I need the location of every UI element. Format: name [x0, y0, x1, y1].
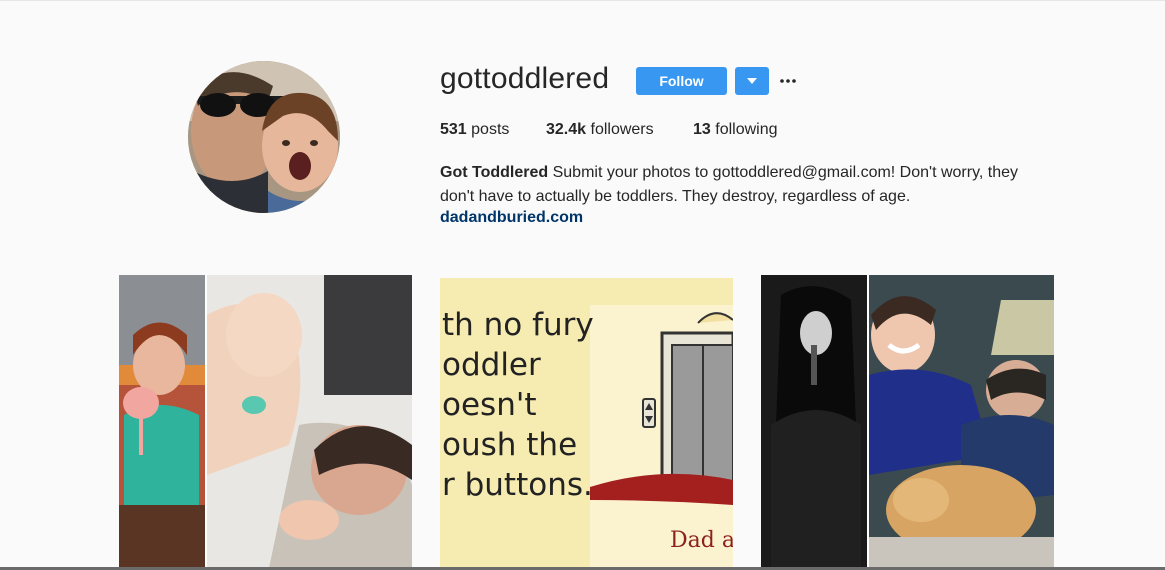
profile-website-link[interactable]: dadandburied.com: [440, 209, 583, 227]
post-tile[interactable]: [119, 275, 412, 568]
comic-caption-line: oddler: [442, 347, 541, 383]
comic-caption-line: r buttons.: [442, 467, 593, 503]
followers-count-value: 32.4k: [546, 121, 587, 138]
comic-caption-line: th no fury: [442, 307, 594, 343]
more-options-icon: [780, 79, 796, 83]
post-image: [761, 275, 1054, 568]
profile-full-name: Got Toddlered: [440, 164, 549, 181]
post-tile[interactable]: [761, 275, 1054, 568]
posts-count: 531 posts: [440, 121, 509, 139]
profile-avatar[interactable]: [188, 61, 340, 213]
post-tile[interactable]: th no fury oddler oesn't oush the r butt…: [440, 275, 733, 568]
comic-caption-line: oesn't: [442, 387, 537, 423]
profile-bio: Got Toddlered Submit your photos to gott…: [440, 161, 1040, 209]
caret-down-icon: [747, 78, 757, 84]
posts-count-label: posts: [471, 121, 510, 138]
followers-count-label: followers: [590, 121, 654, 138]
more-options-button[interactable]: [776, 70, 800, 92]
followers-count[interactable]: 32.4k followers: [546, 121, 654, 139]
profile-username: gottoddlered: [440, 62, 610, 95]
following-count-label: following: [715, 121, 778, 138]
post-image: [119, 275, 412, 568]
follow-button[interactable]: Follow: [636, 67, 727, 95]
post-image: th no fury oddler oesn't oush the r butt…: [440, 278, 733, 568]
top-divider: [0, 0, 1165, 1]
posts-count-value: 531: [440, 121, 467, 138]
comic-caption-line: oush the: [442, 427, 577, 463]
following-count[interactable]: 13 following: [693, 121, 778, 139]
comic-signature: Dad and: [670, 528, 733, 553]
following-count-value: 13: [693, 121, 711, 138]
suggestions-dropdown-button[interactable]: [735, 67, 769, 95]
